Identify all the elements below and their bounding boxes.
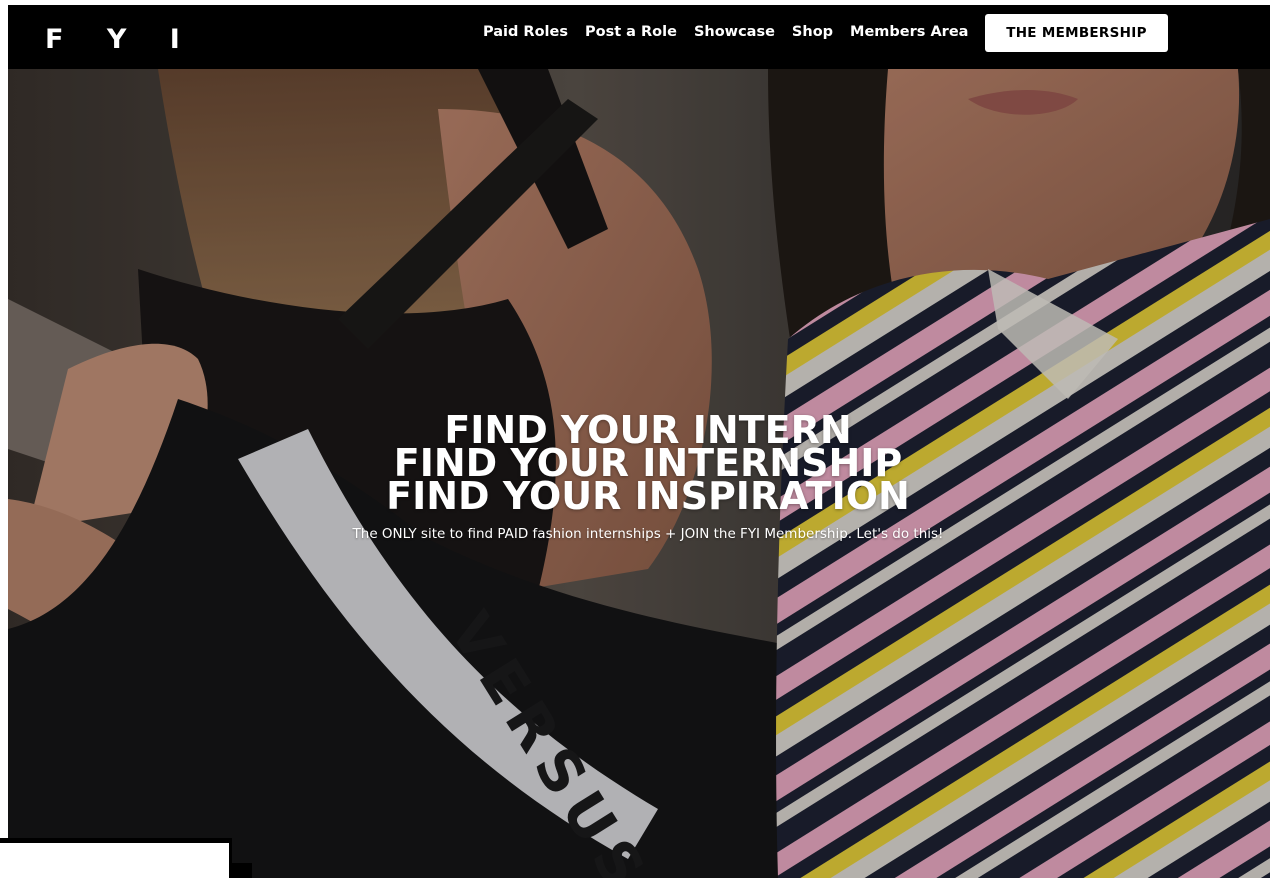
membership-button[interactable]: THE MEMBERSHIP xyxy=(985,14,1168,52)
nav-paid-roles[interactable]: Paid Roles xyxy=(483,23,568,41)
left-edge xyxy=(0,5,8,878)
bottom-left-widget-panel xyxy=(0,843,229,878)
headline-line-3: FIND YOUR INSPIRATION xyxy=(386,474,910,518)
fyi-logo[interactable]: F Y I xyxy=(45,26,197,53)
page: F Y I Paid Roles Post a Role Showcase Sh… xyxy=(0,0,1272,878)
nav-shop[interactable]: Shop xyxy=(792,23,833,41)
nav-post-a-role[interactable]: Post a Role xyxy=(585,23,677,41)
nav-showcase[interactable]: Showcase xyxy=(694,23,775,41)
site-header: F Y I Paid Roles Post a Role Showcase Sh… xyxy=(8,5,1270,69)
hero-subtitle: The ONLY site to find PAID fashion inter… xyxy=(352,526,944,542)
hero-headline: FIND YOUR INTERN FIND YOUR INTERNSHIP FI… xyxy=(8,411,1270,518)
bottom-left-widget[interactable] xyxy=(0,838,232,878)
main-nav: Paid Roles Post a Role Showcase Shop Mem… xyxy=(483,23,968,41)
nav-members-area[interactable]: Members Area xyxy=(850,23,968,41)
hero-section: VERSUS FIND YOUR INTERN FIND YOUR INTERN… xyxy=(8,69,1270,878)
bottom-left-widget-tab[interactable] xyxy=(232,863,252,878)
